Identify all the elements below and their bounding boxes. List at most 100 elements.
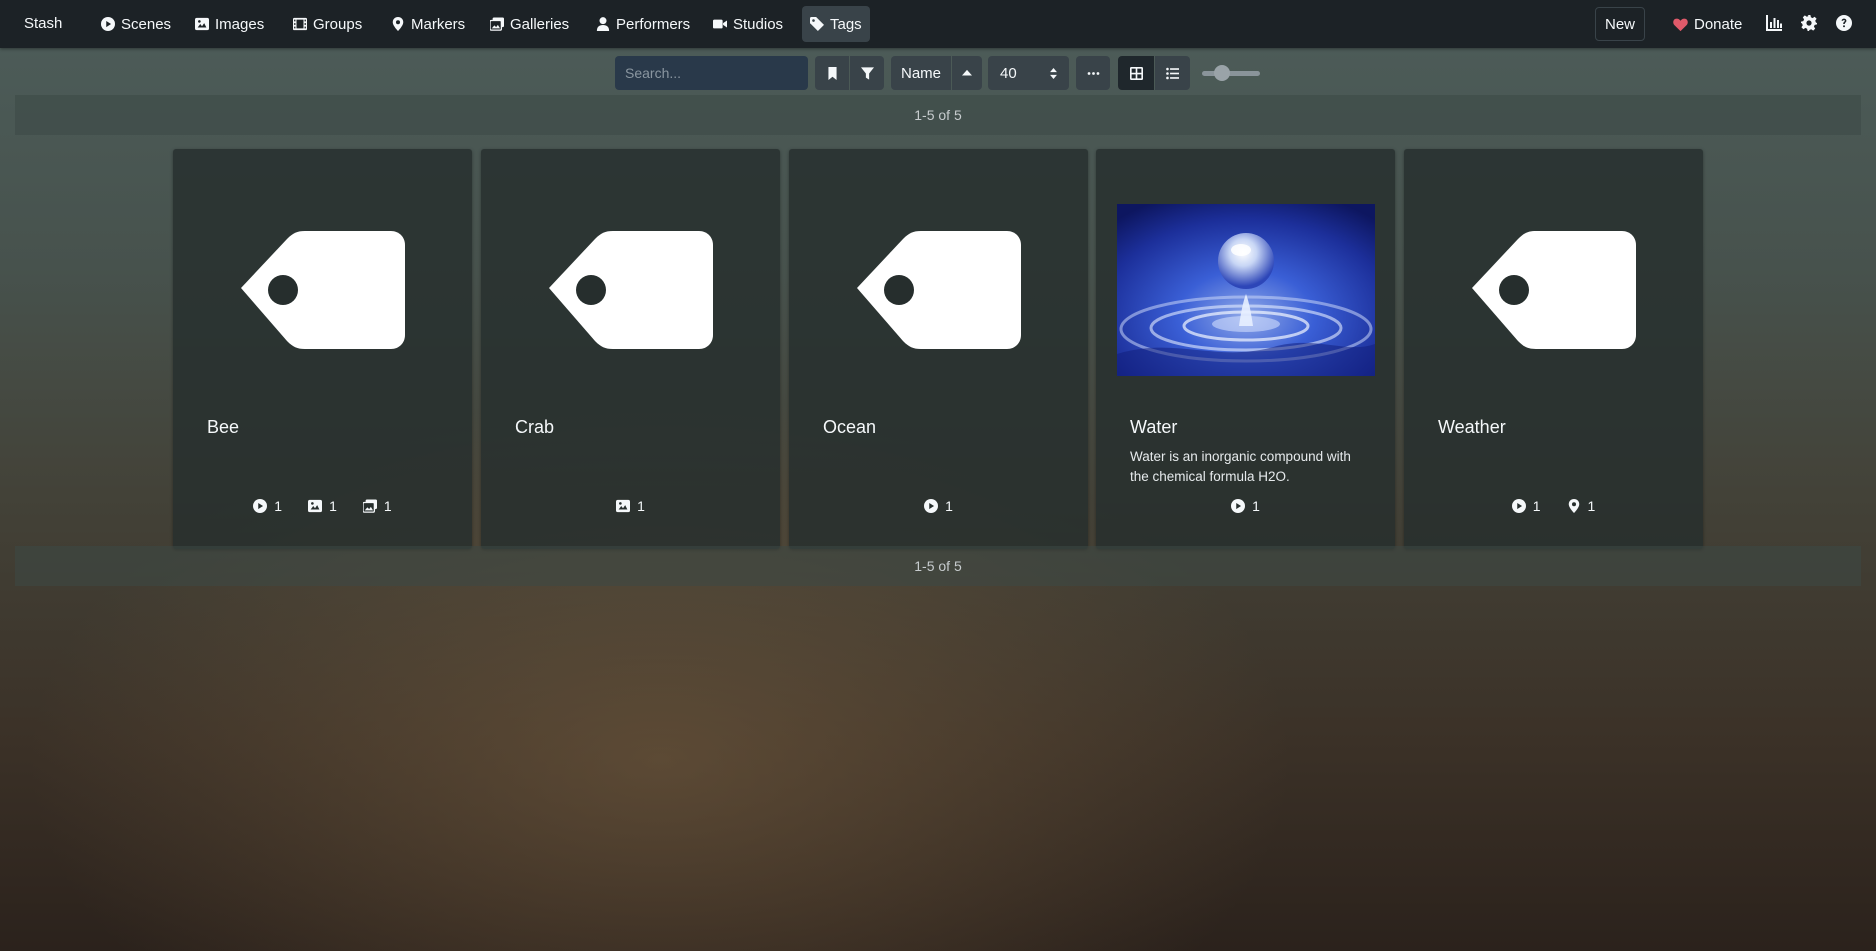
donate-label: Donate [1694, 15, 1743, 33]
nav-tags-label: Tags [830, 15, 862, 33]
tag-title[interactable]: Weather [1438, 417, 1506, 438]
gallery-count[interactable]: 1 [362, 498, 392, 514]
tag-image-water-drop[interactable] [1117, 204, 1375, 376]
image-icon [195, 17, 209, 31]
tag-icon [1471, 231, 1636, 349]
tag-counts: 1 [789, 498, 1088, 514]
marker-count[interactable]: 1 [1567, 498, 1595, 514]
tag-title[interactable]: Bee [207, 417, 239, 438]
image-count-value: 1 [329, 498, 337, 514]
nav-groups[interactable]: Groups [285, 6, 370, 42]
scene-count-value: 1 [1252, 498, 1260, 514]
tag-thumbnail[interactable] [789, 204, 1088, 376]
images-icon [490, 17, 504, 31]
search-input[interactable] [615, 56, 808, 90]
ellipsis-icon [1087, 71, 1099, 75]
nav-scenes[interactable]: Scenes [93, 6, 179, 42]
chart-icon [1766, 15, 1782, 31]
map-marker-icon [1568, 499, 1579, 513]
tag-icon [856, 231, 1021, 349]
filter-button[interactable] [850, 56, 884, 90]
scene-count-value: 1 [274, 498, 283, 514]
pagination-info-top: 1-5 of 5 [15, 95, 1861, 135]
caret-up-icon [962, 69, 972, 76]
nav-studios-label: Studios [733, 15, 784, 33]
play-circle-icon [1231, 499, 1246, 513]
tag-title[interactable]: Water [1130, 417, 1177, 438]
play-circle-icon [924, 499, 939, 513]
pagination-text: 1-5 of 5 [914, 558, 962, 574]
settings-button[interactable] [1801, 15, 1819, 33]
help-icon [1836, 15, 1852, 31]
tag-title[interactable]: Crab [515, 417, 554, 438]
tag-icon [548, 231, 713, 349]
saved-filters-button[interactable] [815, 56, 849, 90]
video-icon [713, 19, 727, 29]
tag-description: Water is an inorganic compound with the … [1130, 449, 1351, 484]
tag-thumbnail[interactable] [173, 204, 472, 376]
film-icon [293, 17, 307, 31]
grid-view-button[interactable] [1118, 56, 1154, 90]
scene-count[interactable]: 1 [1511, 498, 1541, 514]
nav-images[interactable]: Images [187, 6, 272, 42]
list-icon [1166, 67, 1179, 79]
scene-count[interactable]: 1 [1231, 498, 1260, 514]
new-button[interactable]: New [1595, 7, 1645, 41]
nav-tags[interactable]: Tags [802, 6, 870, 42]
bookmark-icon [827, 66, 837, 80]
pagination-info-bottom: 1-5 of 5 [15, 546, 1861, 586]
play-circle-icon [253, 499, 268, 513]
tag-card[interactable]: Ocean 1 [789, 149, 1088, 549]
heart-icon [1673, 18, 1688, 31]
nav-performers-label: Performers [616, 15, 691, 33]
user-icon [596, 17, 610, 31]
sort-arrows-icon [1050, 67, 1057, 79]
tag-counts: 1 1 1 [173, 498, 472, 514]
tag-title[interactable]: Ocean [823, 417, 876, 438]
tag-card[interactable]: Water Water is an inorganic compound wit… [1096, 149, 1395, 549]
more-options-button[interactable] [1076, 56, 1110, 90]
nav-galleries-label: Galleries [510, 15, 570, 33]
scene-count-value: 1 [945, 498, 953, 514]
nav-markers-label: Markers [411, 15, 466, 33]
tag-thumbnail[interactable] [1404, 204, 1703, 376]
nav-groups-label: Groups [313, 15, 363, 33]
tag-card[interactable]: Crab 1 [481, 149, 780, 549]
nav-studios[interactable]: Studios [705, 6, 791, 42]
nav-markers[interactable]: Markers [383, 6, 473, 42]
help-button[interactable] [1836, 15, 1854, 33]
brand-logo[interactable]: Stash [24, 15, 62, 32]
sort-direction-button[interactable] [952, 56, 982, 90]
image-count-value: 1 [637, 498, 645, 514]
per-page-value: 40 [1000, 64, 1017, 82]
tag-card[interactable]: Bee 1 1 1 [173, 149, 472, 549]
list-view-button[interactable] [1155, 56, 1190, 90]
image-count[interactable]: 1 [308, 498, 337, 514]
scene-count-value: 1 [1532, 498, 1541, 514]
tag-thumbnail[interactable] [481, 204, 780, 376]
image-icon [616, 499, 631, 513]
play-circle-icon [1511, 499, 1526, 513]
tag-icon [240, 231, 405, 349]
tag-counts: 1 [481, 498, 780, 514]
sort-by-select[interactable]: Name [891, 56, 951, 90]
sort-by-label: Name [900, 64, 941, 82]
image-icon [308, 499, 323, 513]
stats-button[interactable] [1766, 15, 1784, 33]
zoom-slider[interactable] [1202, 71, 1260, 76]
nav-performers[interactable]: Performers [588, 6, 698, 42]
zoom-slider-thumb[interactable] [1214, 65, 1230, 81]
grid-icon [1129, 66, 1143, 80]
tag-icon [810, 17, 824, 31]
water-drop-image [1117, 204, 1375, 376]
filter-icon [860, 66, 874, 80]
per-page-select[interactable]: 40 [988, 56, 1069, 90]
scene-count[interactable]: 1 [253, 498, 282, 514]
image-count[interactable]: 1 [616, 498, 645, 514]
scene-count[interactable]: 1 [924, 498, 953, 514]
tag-card[interactable]: Weather 1 1 [1404, 149, 1703, 549]
nav-scenes-label: Scenes [121, 15, 172, 33]
nav-galleries[interactable]: Galleries [482, 6, 577, 42]
donate-button[interactable]: Donate [1673, 7, 1742, 41]
nav-images-label: Images [215, 15, 265, 33]
